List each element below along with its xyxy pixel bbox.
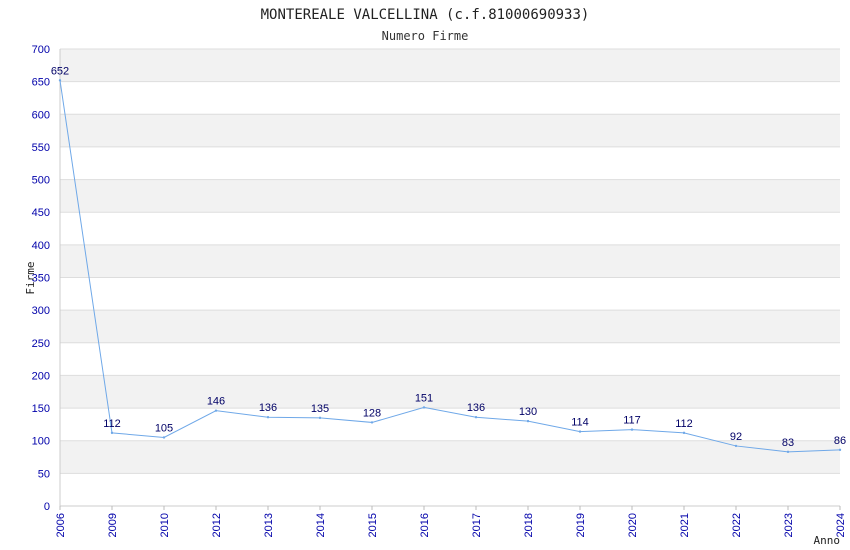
data-point	[266, 416, 270, 419]
grid-band	[60, 375, 840, 409]
data-point	[526, 419, 530, 423]
grid-band	[60, 473, 840, 506]
x-tick-label: 2020	[627, 513, 639, 537]
y-tick-label: 700	[32, 44, 50, 56]
x-tick-label: 2023	[783, 513, 795, 537]
y-tick-label: 250	[32, 338, 50, 350]
grid-band	[60, 244, 840, 278]
grid-band	[60, 440, 840, 474]
y-tick-label: 0	[44, 501, 50, 513]
data-label: 83	[782, 437, 794, 449]
data-label: 135	[311, 403, 329, 415]
grid-band	[60, 342, 840, 376]
data-point	[578, 430, 582, 433]
data-point	[58, 79, 62, 82]
data-point	[318, 416, 322, 420]
grid-band	[60, 408, 840, 441]
data-point	[630, 428, 634, 431]
y-tick-label: 150	[32, 403, 50, 415]
data-label: 86	[834, 435, 846, 447]
grid-band	[60, 179, 840, 213]
x-tick-label: 2013	[263, 513, 275, 537]
x-tick-label: 2018	[523, 513, 535, 537]
data-label: 136	[259, 402, 277, 414]
x-axis-title: Anno	[814, 534, 841, 547]
data-point	[370, 421, 374, 424]
y-tick-label: 600	[32, 109, 50, 121]
grid-band	[60, 114, 840, 147]
x-tick-label: 2009	[107, 513, 119, 537]
data-point	[214, 409, 218, 412]
x-tick-label: 2021	[679, 513, 691, 537]
x-tick-label: 2015	[367, 513, 379, 537]
data-label: 146	[207, 396, 225, 408]
x-tick-label: 2010	[159, 513, 171, 537]
grid-band	[60, 212, 840, 245]
data-point	[474, 416, 478, 419]
grid-band	[60, 81, 840, 115]
line-chart: MONTEREALE VALCELLINA (c.f.81000690933) …	[24, 7, 847, 547]
x-tick-label: 2017	[471, 513, 483, 537]
data-label: 105	[155, 422, 173, 434]
data-point	[110, 431, 114, 435]
data-label: 136	[467, 402, 485, 414]
x-tick-label: 2012	[211, 513, 223, 537]
y-tick-label: 100	[32, 436, 50, 448]
grid-band	[60, 277, 840, 311]
data-label: 151	[415, 392, 433, 404]
grid-band	[60, 146, 840, 180]
data-label: 117	[623, 415, 641, 427]
x-tick-label: 2019	[575, 513, 587, 537]
x-axis-ticks: 2006 2009 2010 2012 2013 2014 2015 2016 2017 2018…	[55, 506, 847, 537]
y-tick-label: 50	[38, 468, 50, 480]
data-point	[162, 436, 166, 439]
data-point	[682, 431, 686, 435]
data-point	[786, 450, 790, 454]
y-axis-title: Firme	[24, 261, 37, 294]
grid-band	[60, 310, 840, 343]
chart-title: MONTEREALE VALCELLINA (c.f.81000690933)	[261, 7, 590, 23]
y-tick-label: 450	[32, 207, 50, 219]
x-tick-label: 2016	[419, 513, 431, 537]
y-tick-label: 550	[32, 142, 50, 154]
y-tick-label: 200	[32, 370, 50, 382]
x-tick-label: 2014	[315, 513, 327, 537]
chart-subtitle: Numero Firme	[382, 29, 469, 43]
x-tick-label: 2022	[731, 513, 743, 537]
y-tick-label: 400	[32, 240, 50, 252]
data-label: 112	[675, 418, 693, 430]
data-point	[734, 444, 738, 448]
data-label: 652	[51, 65, 69, 77]
y-tick-label: 300	[32, 305, 50, 317]
data-label: 114	[571, 417, 589, 429]
data-point	[422, 406, 426, 409]
y-tick-label: 500	[32, 175, 50, 187]
data-label: 128	[363, 407, 381, 419]
y-tick-label: 650	[32, 77, 50, 89]
grid-band	[60, 49, 840, 82]
data-label: 112	[103, 418, 121, 430]
data-label: 92	[730, 431, 742, 443]
data-label: 130	[519, 406, 537, 418]
data-point	[838, 448, 842, 452]
x-tick-label: 2006	[55, 513, 67, 537]
